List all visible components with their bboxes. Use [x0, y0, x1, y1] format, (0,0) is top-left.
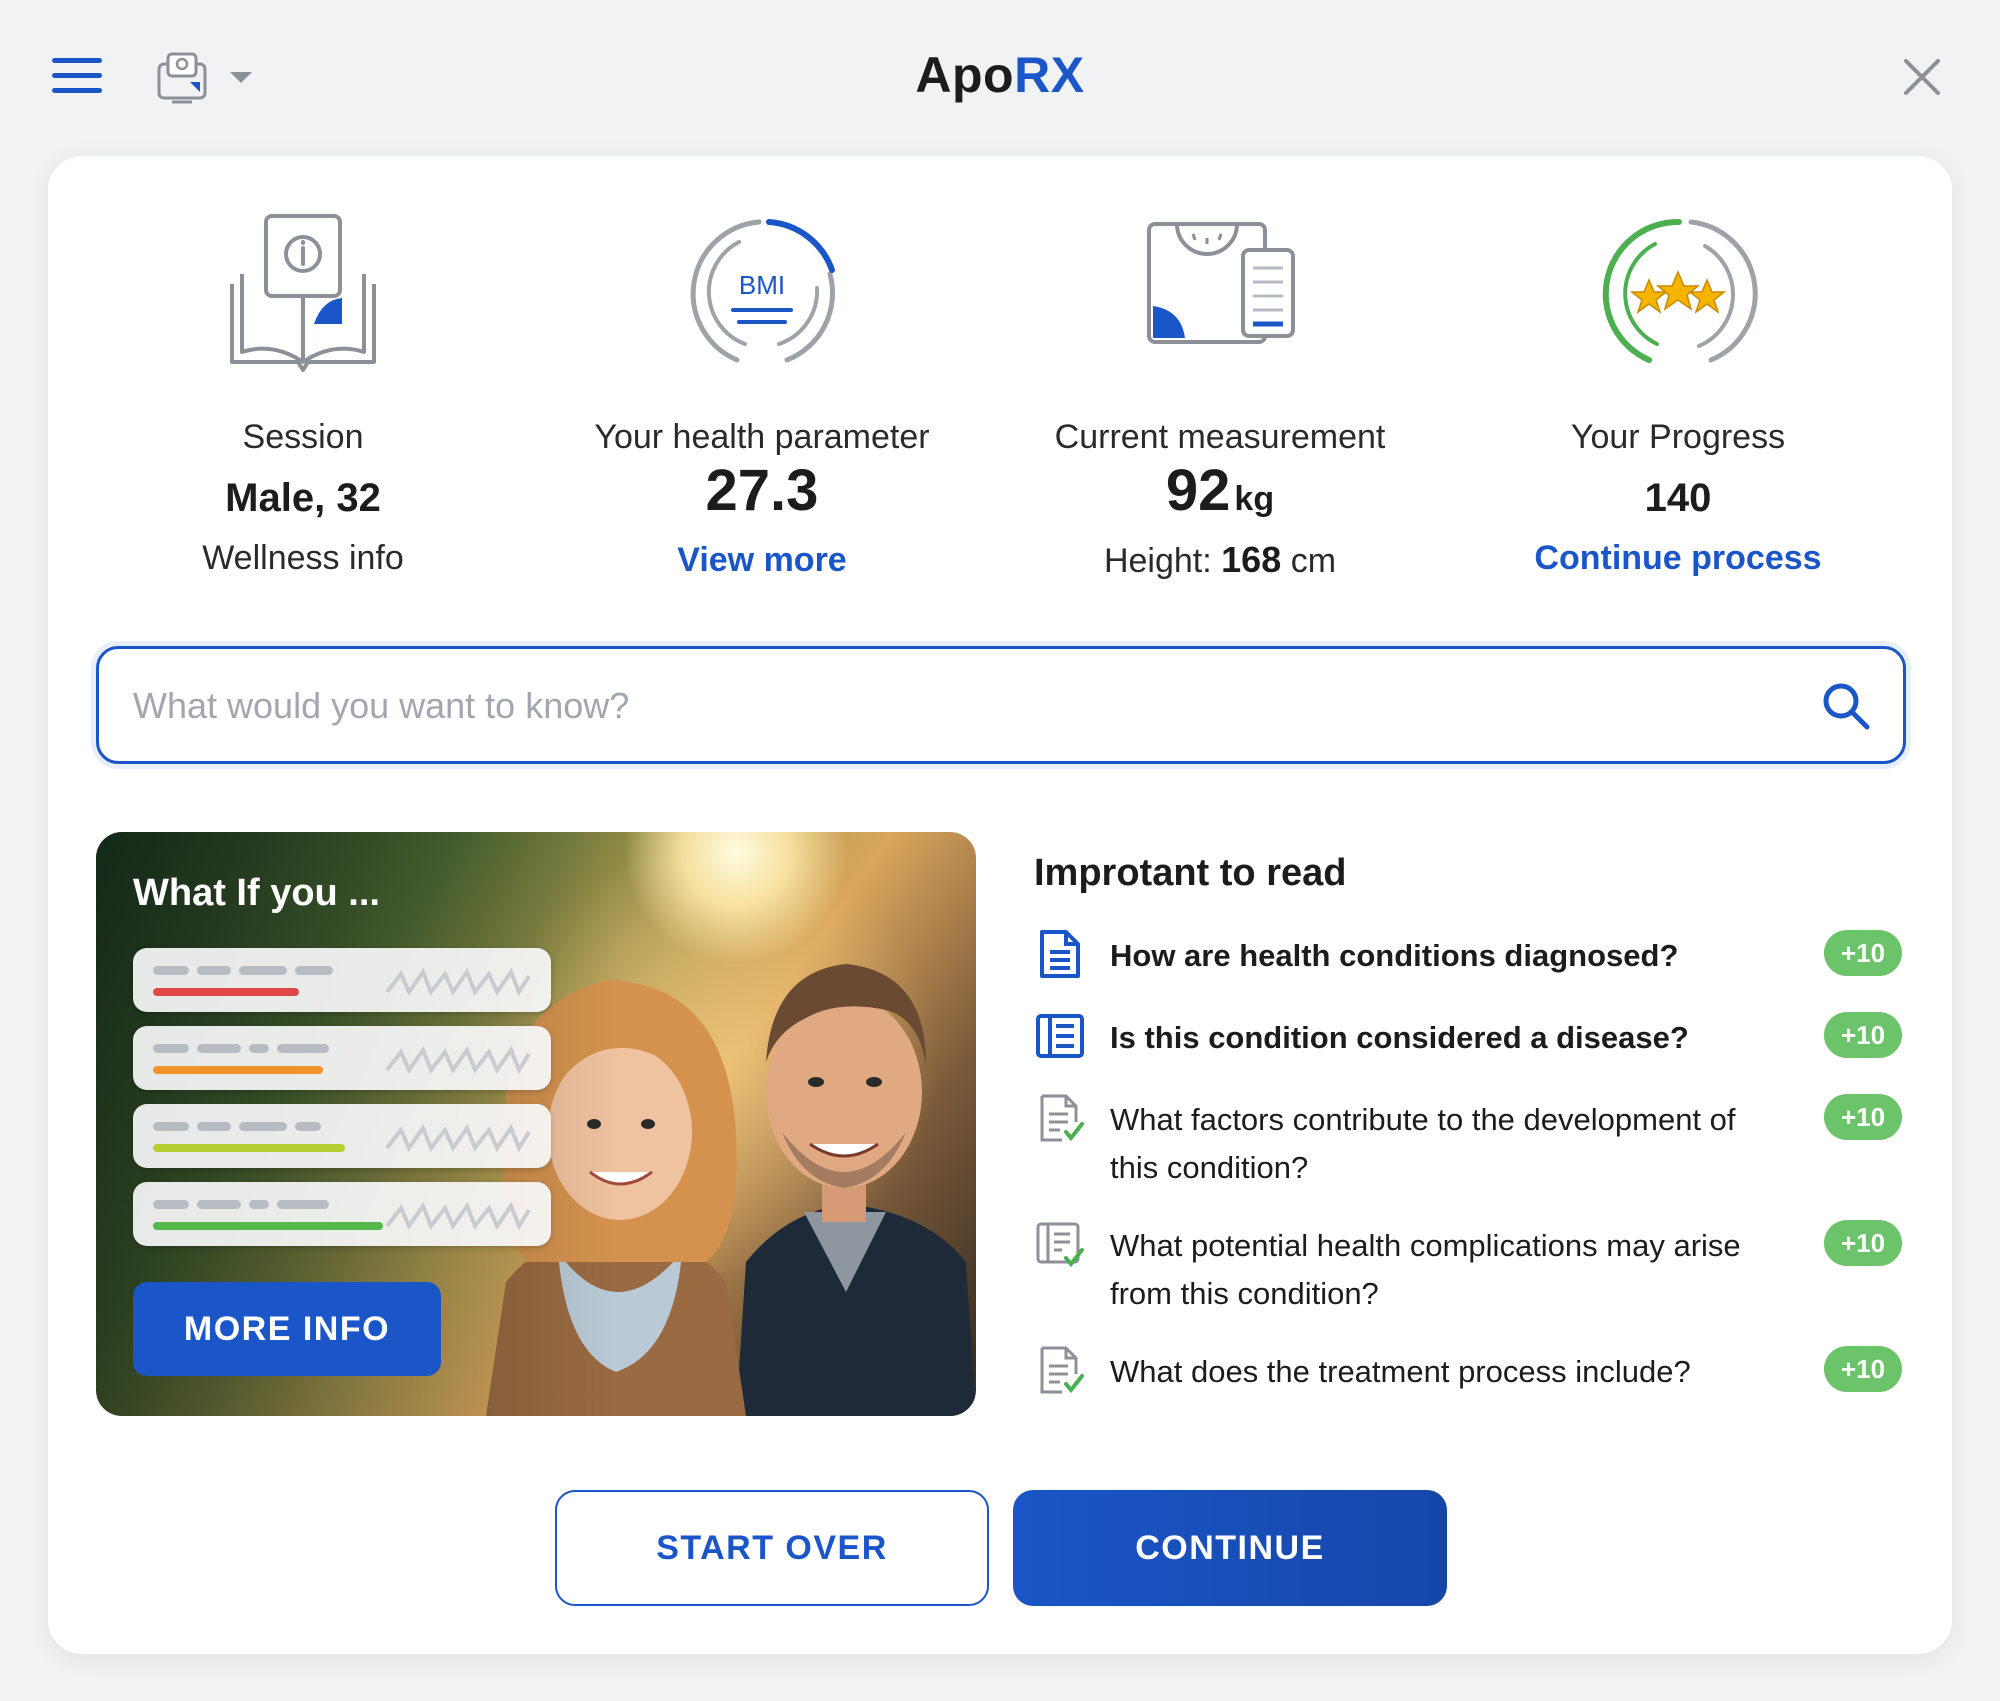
stat-session: Session Male, 32 Wellness info [73, 212, 533, 580]
stat-sub: Wellness info [202, 539, 404, 577]
stat-label: Current measurement [1054, 418, 1386, 456]
result-card [133, 1182, 551, 1246]
scale-icon [1147, 222, 1295, 344]
close-icon [1904, 59, 1940, 95]
promo-banner: What If you ... MORE INFO [96, 832, 976, 1416]
progress-points: 140 [1644, 476, 1712, 520]
search-input[interactable] [133, 677, 1753, 735]
stat-value: Male, 32 [225, 476, 381, 520]
continue-process-link[interactable]: Continue process [1448, 536, 1908, 580]
points-badge: +10 [1824, 1220, 1902, 1266]
main-card: Session Male, 32 Wellness info BMI Your … [48, 156, 1952, 1654]
height-readout: Height: 168 cm [1103, 539, 1337, 580]
list-document-icon [1036, 1014, 1084, 1058]
more-info-button[interactable]: MORE INFO [133, 1282, 441, 1376]
app-title: ApoRX [915, 47, 1085, 103]
reading-item-text[interactable]: What potential health complications may … [1110, 1222, 1790, 1318]
search-bar [96, 646, 1906, 764]
search-icon [1823, 683, 1870, 730]
stat-current-measurement: Current measurement 92 kg Height: 168 cm [990, 212, 1450, 582]
stat-progress: Your Progress 140 Continue process [1448, 212, 1908, 580]
result-card [133, 1026, 551, 1090]
search-button[interactable] [1819, 679, 1875, 735]
points-badge: +10 [1824, 1346, 1902, 1392]
points-badge: +10 [1824, 1094, 1902, 1140]
result-card [133, 1104, 551, 1168]
promo-title: What If you ... [133, 872, 380, 914]
stat-label: Your health parameter [594, 418, 930, 456]
weight-value: 92 kg [1165, 458, 1275, 523]
document-check-icon [1040, 1346, 1084, 1394]
continue-button[interactable]: CONTINUE [1013, 1490, 1447, 1606]
view-more-link[interactable]: View more [532, 538, 992, 582]
reading-item-text[interactable]: What does the treatment process include? [1110, 1348, 1790, 1396]
bmi-gauge-icon: BMI [690, 219, 836, 363]
list-document-check-icon [1036, 1222, 1084, 1268]
stat-label: Session [242, 418, 364, 456]
svg-text:BMI: BMI [739, 270, 785, 300]
document-check-icon [1040, 1094, 1084, 1142]
reading-item-text[interactable]: How are health conditions diagnosed? [1110, 932, 1790, 980]
reading-item-text[interactable]: What factors contribute to the developme… [1110, 1096, 1790, 1192]
points-badge: +10 [1824, 930, 1902, 976]
result-card [133, 948, 551, 1012]
stars-progress-icon [1602, 218, 1758, 363]
bmi-value: 27.3 [705, 458, 819, 523]
close-button[interactable] [1902, 57, 1942, 97]
reading-item-text[interactable]: Is this condition considered a disease? [1110, 1014, 1790, 1062]
stat-label: Your Progress [1570, 418, 1786, 456]
points-badge: +10 [1824, 1012, 1902, 1058]
book-info-icon [230, 214, 376, 372]
start-over-button[interactable]: START OVER [555, 1490, 989, 1606]
app-header: ApoRX [0, 0, 2000, 155]
stat-health-parameter: BMI Your health parameter 27.3 View more [532, 212, 992, 582]
document-icon [1040, 930, 1080, 978]
reading-list-title: Improtant to read [1034, 852, 1347, 894]
